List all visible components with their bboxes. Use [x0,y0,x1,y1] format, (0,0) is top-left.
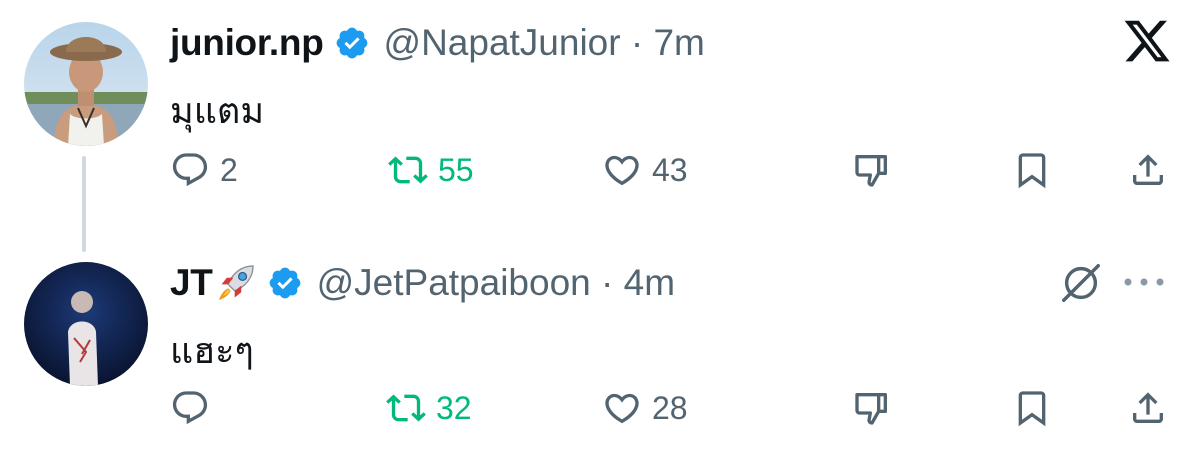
share-icon [1133,154,1163,185]
bookmark-button[interactable] [1012,386,1052,430]
avatar-junior[interactable] [24,22,148,146]
reply-button[interactable] [170,386,220,430]
bookmark-icon [1018,153,1046,189]
verified-badge-icon [269,267,300,299]
dislike-button[interactable] [852,148,892,192]
tweet-header: junior.np @NapatJunior · 7m [170,18,705,68]
more-icon[interactable] [1116,268,1172,296]
display-name[interactable]: JT [170,262,213,304]
retweet-icon [388,156,428,184]
heart-icon [605,155,639,186]
reply-button[interactable]: 2 [170,148,238,192]
like-button[interactable]: 43 [602,148,688,192]
x-logo-icon[interactable] [1122,16,1172,66]
grok-icon[interactable] [1058,260,1104,306]
reply-icon [172,391,208,425]
handle-and-time[interactable]: @NapatJunior · 7m [384,22,705,64]
share-button[interactable] [1128,386,1168,430]
like-button[interactable]: 28 [602,386,688,430]
reply-icon [172,153,208,187]
thread-line [82,156,86,252]
retweet-icon [386,394,426,422]
handle-and-time[interactable]: @JetPatpaiboon · 4m [317,262,675,304]
share-icon [1133,392,1163,423]
dislike-button[interactable] [852,386,892,430]
rocket-icon [218,265,254,301]
dislike-icon [855,155,887,187]
tweet-text: แฮะๆ [170,331,254,372]
display-name[interactable]: junior.np [170,22,324,64]
avatar-jt[interactable] [24,262,148,386]
heart-icon [605,393,639,424]
bookmark-icon [1018,391,1046,427]
retweet-button[interactable]: 32 [386,386,472,430]
share-button[interactable] [1128,148,1168,192]
dislike-icon [855,393,887,425]
bookmark-button[interactable] [1012,148,1052,192]
tweet-text: มุแตม [170,91,265,132]
verified-badge-icon [336,27,367,59]
retweet-button[interactable]: 55 [388,148,474,192]
tweet-header: JT @JetPatpaiboon · 4m [170,258,675,308]
